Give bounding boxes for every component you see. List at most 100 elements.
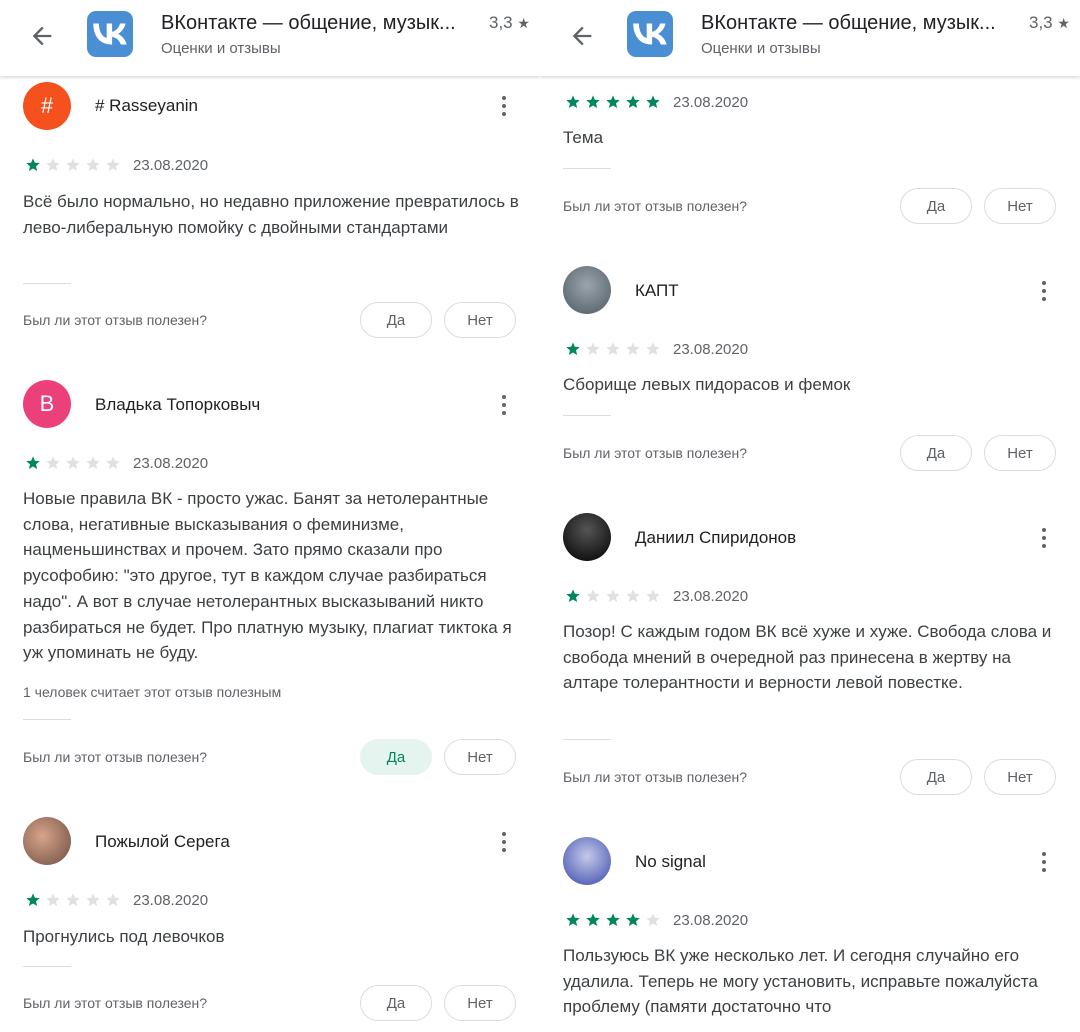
review-date: 23.08.2020 xyxy=(673,94,749,111)
helpful-yes-button[interactable]: Да xyxy=(360,302,432,338)
review-stars xyxy=(23,455,123,471)
review-menu-button[interactable] xyxy=(494,93,514,119)
star-filled-icon xyxy=(566,589,580,602)
star-empty-icon xyxy=(66,158,80,171)
avatar: # xyxy=(23,82,71,130)
helpful-question: Был ли этот отзыв полезен? xyxy=(563,445,748,461)
app-rating-value: 3,3 xyxy=(1029,13,1053,32)
review-date: 23.08.2020 xyxy=(133,892,209,909)
app-title: ВКонтакте — общение, музык... xyxy=(161,12,456,34)
helpful-no-button[interactable]: Нет xyxy=(984,759,1056,795)
review-author: Пожылой Серега xyxy=(95,832,230,851)
review-date: 23.08.2020 xyxy=(673,341,749,358)
helpful-yes-button[interactable]: Да xyxy=(900,188,972,224)
helpful-no-button[interactable]: Нет xyxy=(444,739,516,775)
star-filled-icon xyxy=(606,913,620,926)
divider xyxy=(563,168,611,169)
star-filled-icon xyxy=(26,893,40,906)
avatar-letter: В xyxy=(39,391,55,416)
avatar xyxy=(563,266,611,314)
star-empty-icon xyxy=(86,456,100,469)
star-filled-icon xyxy=(606,95,620,108)
helpful-yes-button[interactable]: Да xyxy=(360,739,432,775)
review-text: Тема xyxy=(563,128,604,147)
star-empty-icon xyxy=(106,893,120,906)
avatar: В xyxy=(23,380,71,428)
star-filled-icon xyxy=(586,95,600,108)
review-date: 23.08.2020 xyxy=(133,157,209,174)
review-stars xyxy=(23,892,123,908)
review-text: Позор! С каждым годом ВК всё хуже и хуже… xyxy=(563,622,1052,693)
review-menu-button[interactable] xyxy=(1034,278,1054,304)
star-filled-icon xyxy=(626,95,640,108)
review-author: No signal xyxy=(635,852,706,871)
star-empty-icon xyxy=(606,589,620,602)
helpful-no-button[interactable]: Нет xyxy=(444,985,516,1021)
star-filled-icon xyxy=(566,342,580,355)
app-title: ВКонтакте — общение, музык... xyxy=(701,12,996,34)
arrow-left-icon xyxy=(32,26,52,46)
star-empty-icon xyxy=(46,893,60,906)
avatar xyxy=(23,817,71,865)
helpful-no-button[interactable]: Нет xyxy=(984,188,1056,224)
star-empty-icon xyxy=(106,456,120,469)
star-empty-icon xyxy=(646,342,660,355)
helpful-yes-button[interactable]: Да xyxy=(900,759,972,795)
review-author: Владька Топорковыч xyxy=(95,395,261,414)
helpful-count: 1 человек считает этот отзыв полезным xyxy=(23,684,282,700)
review-menu-button[interactable] xyxy=(494,829,514,855)
review-menu-button[interactable] xyxy=(494,392,514,418)
review-date: 23.08.2020 xyxy=(673,912,749,929)
review-text: Пользуюсь ВК уже несколько лет. И сегодн… xyxy=(563,946,1038,1017)
star-empty-icon xyxy=(626,589,640,602)
review-stars xyxy=(563,94,663,110)
star-empty-icon xyxy=(46,456,60,469)
app-rating: 3,3 ★ xyxy=(1029,13,1070,33)
avatar xyxy=(563,837,611,885)
divider xyxy=(563,415,611,416)
star-empty-icon xyxy=(626,342,640,355)
review-stars xyxy=(563,588,663,604)
review-text: Новые правила ВК - просто ужас. Банят за… xyxy=(23,489,512,663)
star-empty-icon xyxy=(86,893,100,906)
star-empty-icon xyxy=(586,342,600,355)
star-empty-icon xyxy=(646,913,660,926)
helpful-no-button[interactable]: Нет xyxy=(444,302,516,338)
star-filled-icon xyxy=(646,95,660,108)
review-author: КАПТ xyxy=(635,281,679,300)
vk-logo-icon xyxy=(87,11,133,57)
star-empty-icon xyxy=(86,158,100,171)
helpful-yes-button[interactable]: Да xyxy=(900,435,972,471)
app-subtitle: Оценки и отзывы xyxy=(161,40,281,57)
review-menu-button[interactable] xyxy=(1034,525,1054,551)
back-button[interactable] xyxy=(22,16,62,56)
review-menu-button[interactable] xyxy=(1034,849,1054,875)
app-rating-value: 3,3 xyxy=(489,13,513,32)
back-button[interactable] xyxy=(562,16,602,56)
left-panel: ВКонтакте — общение, музык... Оценки и о… xyxy=(0,0,540,1032)
app-bar: ВКонтакте — общение, музык... Оценки и о… xyxy=(540,0,1080,76)
divider xyxy=(23,719,71,720)
app-rating: 3,3 ★ xyxy=(489,13,530,33)
star-filled-icon xyxy=(566,913,580,926)
helpful-yes-button[interactable]: Да xyxy=(360,985,432,1021)
review-date: 23.08.2020 xyxy=(133,455,209,472)
arrow-left-icon xyxy=(572,26,592,46)
star-icon: ★ xyxy=(517,15,530,31)
review-text: Прогнулись под левочков xyxy=(23,927,225,946)
review-author: Даниил Спиридонов xyxy=(635,528,797,547)
divider xyxy=(23,283,71,284)
app-subtitle: Оценки и отзывы xyxy=(701,40,821,57)
review-date: 23.08.2020 xyxy=(673,588,749,605)
divider xyxy=(563,739,611,740)
star-empty-icon xyxy=(66,456,80,469)
helpful-question: Был ли этот отзыв полезен? xyxy=(23,995,208,1011)
avatar xyxy=(563,513,611,561)
right-panel: ВКонтакте — общение, музык... Оценки и о… xyxy=(540,0,1080,1032)
helpful-question: Был ли этот отзыв полезен? xyxy=(563,769,748,785)
star-empty-icon xyxy=(66,893,80,906)
helpful-question: Был ли этот отзыв полезен? xyxy=(563,198,748,214)
star-icon: ★ xyxy=(1057,15,1070,31)
star-empty-icon xyxy=(106,158,120,171)
helpful-no-button[interactable]: Нет xyxy=(984,435,1056,471)
